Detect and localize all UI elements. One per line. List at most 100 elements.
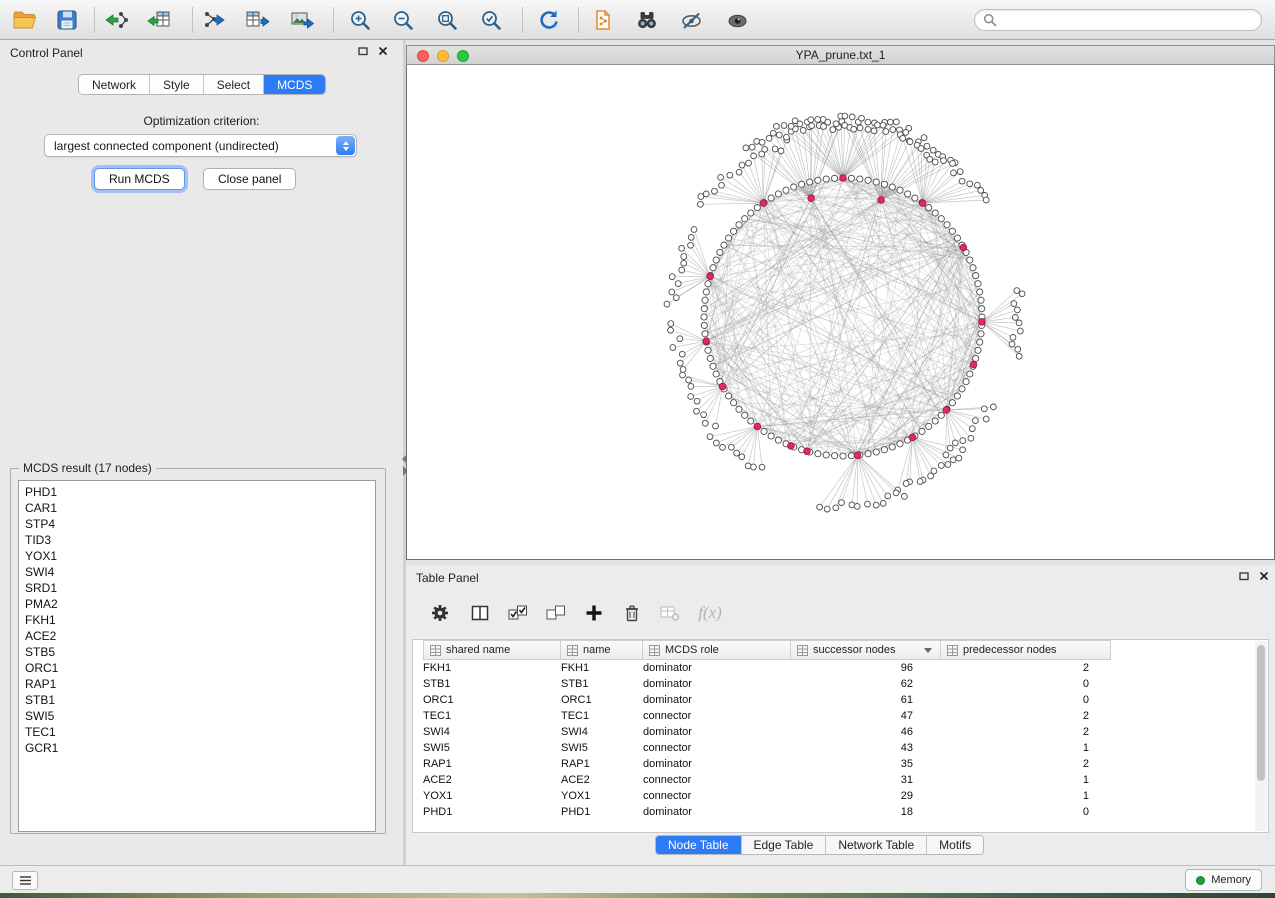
network-node[interactable] xyxy=(703,338,710,345)
network-node[interactable] xyxy=(881,447,887,453)
network-node[interactable] xyxy=(865,127,871,133)
network-node[interactable] xyxy=(742,412,748,418)
close-icon[interactable] xyxy=(1259,571,1269,581)
network-node[interactable] xyxy=(748,210,754,216)
network-node[interactable] xyxy=(848,175,854,181)
network-node[interactable] xyxy=(703,289,709,295)
network-node[interactable] xyxy=(887,119,893,125)
table-row[interactable]: RAP1RAP1dominator352 xyxy=(413,756,1253,772)
tab-select[interactable]: Select xyxy=(204,75,264,94)
network-node[interactable] xyxy=(832,453,838,459)
network-node[interactable] xyxy=(897,441,903,447)
network-node[interactable] xyxy=(978,188,984,194)
network-node[interactable] xyxy=(702,420,708,426)
network-node[interactable] xyxy=(839,500,845,506)
network-node[interactable] xyxy=(960,438,966,444)
chevron-down-icon[interactable] xyxy=(924,648,932,653)
table-row[interactable]: SWI5SWI5connector431 xyxy=(413,740,1253,756)
memory-button[interactable]: Memory xyxy=(1185,869,1262,891)
network-node[interactable] xyxy=(907,139,913,145)
network-node[interactable] xyxy=(731,400,737,406)
network-node[interactable] xyxy=(745,463,751,469)
criterion-dropdown[interactable]: largest connected component (undirected) xyxy=(44,134,357,157)
network-node[interactable] xyxy=(754,205,760,211)
network-node[interactable] xyxy=(832,175,838,181)
network-node[interactable] xyxy=(736,169,742,175)
network-node[interactable] xyxy=(701,306,707,312)
network-node[interactable] xyxy=(978,331,984,337)
mcds-result-item[interactable]: PHD1 xyxy=(19,484,375,500)
network-node[interactable] xyxy=(947,445,953,451)
network-node[interactable] xyxy=(804,448,811,455)
import-network-button[interactable] xyxy=(102,5,132,35)
table-row[interactable]: YOX1YOX1connector291 xyxy=(413,788,1253,804)
search-field[interactable] xyxy=(974,9,1262,31)
network-node[interactable] xyxy=(664,301,670,307)
network-node[interactable] xyxy=(688,394,694,400)
network-node[interactable] xyxy=(943,407,950,414)
network-node[interactable] xyxy=(833,505,839,511)
mcds-result-item[interactable]: PMA2 xyxy=(19,596,375,612)
column-header-predecessor-nodes[interactable]: predecessor nodes xyxy=(941,640,1111,660)
network-node[interactable] xyxy=(694,398,700,404)
copy-view-button[interactable] xyxy=(588,5,618,35)
network-node[interactable] xyxy=(679,245,685,251)
network-node[interactable] xyxy=(739,162,745,168)
network-node[interactable] xyxy=(963,379,969,385)
network-node[interactable] xyxy=(873,502,879,508)
network-node[interactable] xyxy=(865,177,871,183)
export-network-button[interactable] xyxy=(200,5,230,35)
network-node[interactable] xyxy=(719,182,725,188)
network-node[interactable] xyxy=(926,423,932,429)
network-node[interactable] xyxy=(679,267,685,273)
network-node[interactable] xyxy=(714,440,720,446)
network-node[interactable] xyxy=(761,428,767,434)
network-node[interactable] xyxy=(900,135,906,141)
network-node[interactable] xyxy=(705,281,711,287)
network-node[interactable] xyxy=(719,383,726,390)
network-node[interactable] xyxy=(975,182,981,188)
network-node[interactable] xyxy=(959,178,965,184)
network-node[interactable] xyxy=(775,437,781,443)
network-node[interactable] xyxy=(668,327,674,333)
mcds-result-item[interactable]: SRD1 xyxy=(19,580,375,596)
network-node[interactable] xyxy=(849,114,855,120)
network-node[interactable] xyxy=(983,197,989,203)
network-node[interactable] xyxy=(824,506,830,512)
zoom-selected-button[interactable] xyxy=(476,5,506,35)
network-node[interactable] xyxy=(952,440,958,446)
network-node[interactable] xyxy=(909,434,916,441)
network-node[interactable] xyxy=(857,125,863,131)
network-node[interactable] xyxy=(865,119,871,125)
first-neighbors-button[interactable] xyxy=(632,5,662,35)
network-node[interactable] xyxy=(742,216,748,222)
network-node[interactable] xyxy=(701,314,707,320)
mcds-result-list[interactable]: PHD1CAR1STP4TID3YOX1SWI4SRD1PMA2FKH1ACE2… xyxy=(18,480,376,832)
network-node[interactable] xyxy=(932,418,938,424)
network-node[interactable] xyxy=(800,128,806,134)
float-panel-icon[interactable] xyxy=(1239,571,1249,581)
network-node[interactable] xyxy=(775,191,781,197)
network-node[interactable] xyxy=(938,412,944,418)
network-node[interactable] xyxy=(754,139,760,145)
task-history-button[interactable] xyxy=(12,871,38,890)
network-node[interactable] xyxy=(950,161,956,167)
scrollbar-thumb[interactable] xyxy=(1257,645,1265,781)
close-panel-button[interactable]: Close panel xyxy=(203,168,296,190)
network-node[interactable] xyxy=(973,273,979,279)
network-node[interactable] xyxy=(945,462,951,468)
network-node[interactable] xyxy=(759,464,765,470)
refresh-button[interactable] xyxy=(534,5,564,35)
network-node[interactable] xyxy=(944,222,950,228)
network-node[interactable] xyxy=(1018,328,1024,334)
network-node[interactable] xyxy=(768,195,774,201)
network-node[interactable] xyxy=(688,235,694,241)
network-node[interactable] xyxy=(784,134,790,140)
network-node[interactable] xyxy=(1016,353,1022,359)
network-node[interactable] xyxy=(679,351,685,357)
mcds-result-item[interactable]: ORC1 xyxy=(19,660,375,676)
close-icon[interactable] xyxy=(378,46,388,56)
mcds-result-item[interactable]: RAP1 xyxy=(19,676,375,692)
network-node[interactable] xyxy=(854,452,861,459)
window-minimize-button[interactable] xyxy=(437,50,449,62)
